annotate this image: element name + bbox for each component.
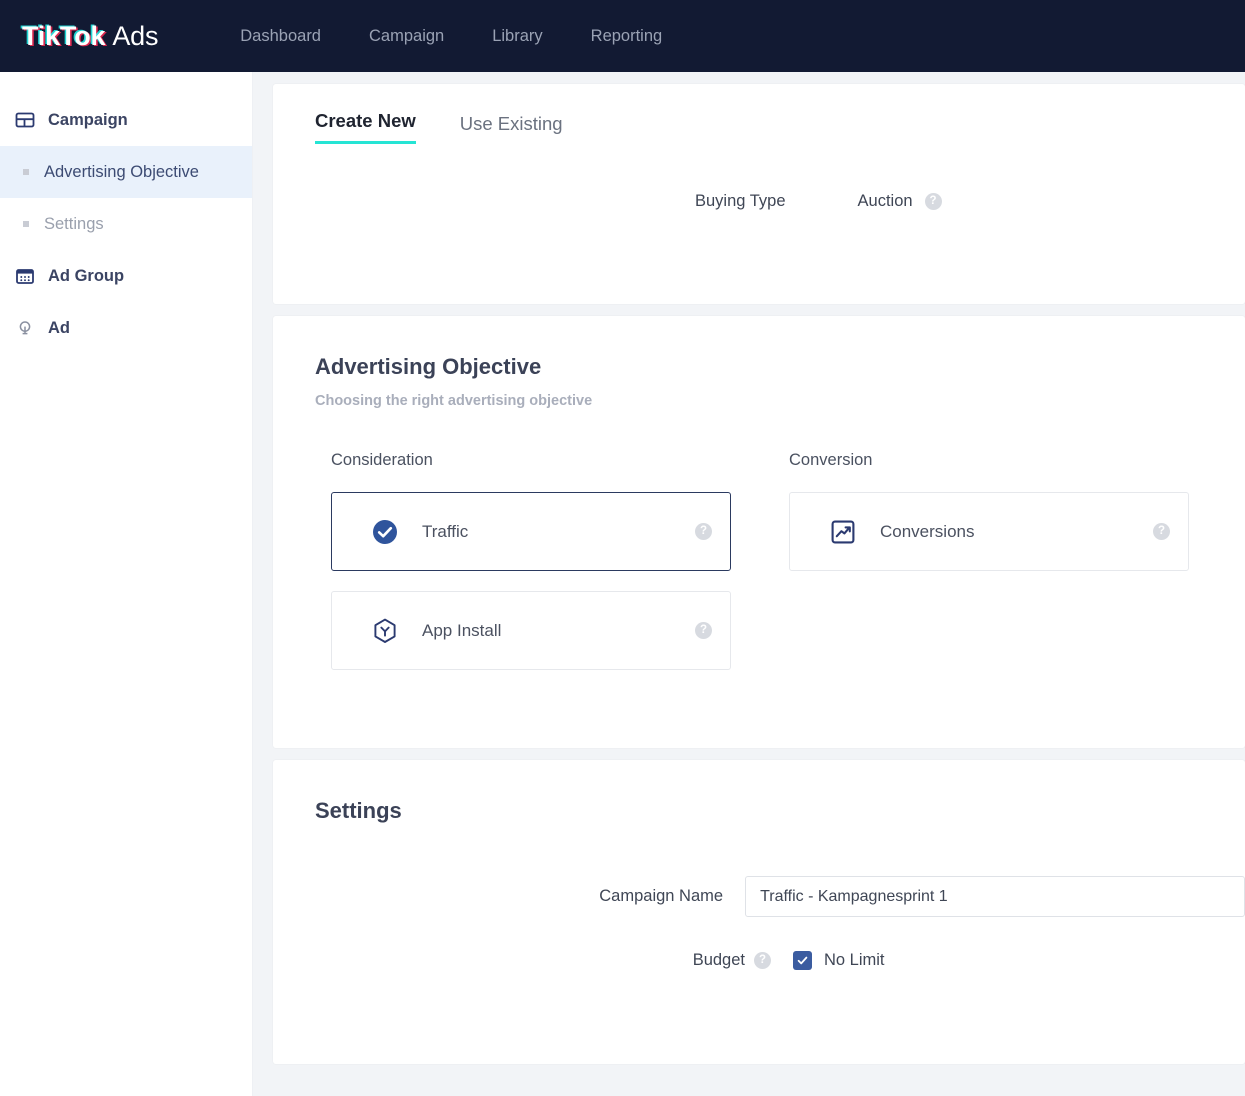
sidebar-item-advertising-objective[interactable]: Advertising Objective xyxy=(0,146,252,198)
no-limit-checkbox[interactable] xyxy=(793,951,812,970)
objective-card-conversions[interactable]: Conversions ? xyxy=(789,492,1189,571)
tab-create-new[interactable]: Create New xyxy=(315,110,416,144)
budget-row: Budget ? No Limit xyxy=(273,951,1245,970)
column-heading-conversion: Conversion xyxy=(789,451,873,469)
nav-library[interactable]: Library xyxy=(492,27,542,46)
brand-logo[interactable]: TikTok Ads xyxy=(22,21,158,52)
sidebar-item-settings-label: Settings xyxy=(44,214,104,233)
main-content: Create New Use Existing Buying Type Auct… xyxy=(253,72,1245,1096)
sidebar-item-ad-group-label: Ad Group xyxy=(48,266,125,285)
bullet-icon xyxy=(23,221,29,227)
top-navigation-bar: TikTok Ads Dashboard Campaign Library Rep… xyxy=(0,0,1245,72)
buying-type-row: Buying Type Auction ? xyxy=(273,192,1245,211)
help-icon[interactable]: ? xyxy=(1153,523,1170,540)
settings-rows: Campaign Name Budget ? xyxy=(273,876,1245,970)
sidebar-item-settings[interactable]: Settings xyxy=(0,198,252,250)
column-heading-consideration: Consideration xyxy=(331,451,433,469)
help-icon[interactable]: ? xyxy=(695,622,712,639)
sidebar-item-campaign-label: Campaign xyxy=(48,110,128,129)
calendar-icon xyxy=(14,265,36,287)
brand-logo-tiktok: TikTok xyxy=(22,20,106,51)
buying-type-card: Create New Use Existing Buying Type Auct… xyxy=(273,84,1245,304)
create-mode-tabs: Create New Use Existing xyxy=(273,110,1245,144)
objective-card-traffic-label: Traffic xyxy=(422,521,469,541)
bullet-icon xyxy=(23,169,29,175)
help-icon[interactable]: ? xyxy=(695,523,712,540)
sidebar-item-campaign[interactable]: Campaign xyxy=(0,94,252,146)
objective-card-traffic[interactable]: Traffic ? xyxy=(331,492,731,571)
help-icon[interactable]: ? xyxy=(754,952,771,969)
campaign-name-label: Campaign Name xyxy=(273,887,745,906)
campaign-name-input[interactable] xyxy=(745,876,1245,917)
objective-column-consideration: Consideration Traffic ? App Install ? xyxy=(331,451,731,690)
sidebar-item-ad-label: Ad xyxy=(48,318,70,337)
brand-logo-ads: Ads xyxy=(112,20,159,51)
objective-column-conversion: Conversion Conversions ? xyxy=(789,451,1189,690)
page-shell: Campaign Advertising Objective Settings xyxy=(0,72,1245,1096)
sidebar: Campaign Advertising Objective Settings xyxy=(0,72,253,1096)
settings-title: Settings xyxy=(315,798,402,823)
page-subtitle: Choosing the right advertising objective xyxy=(315,393,593,409)
help-icon[interactable]: ? xyxy=(924,193,942,210)
sidebar-item-ad-group[interactable]: Ad Group xyxy=(0,250,252,302)
budget-label: Budget ? xyxy=(273,951,793,970)
sidebar-item-advertising-objective-label: Advertising Objective xyxy=(44,162,199,181)
trend-up-icon xyxy=(828,517,858,547)
budget-label-text: Budget xyxy=(692,951,745,969)
campaign-name-label-text: Campaign Name xyxy=(599,887,724,905)
nav-dashboard[interactable]: Dashboard xyxy=(240,27,321,46)
check-circle-icon xyxy=(370,517,400,547)
buying-type-value: Auction xyxy=(857,192,913,210)
objective-columns: Consideration Traffic ? App Install ? Co… xyxy=(273,451,1245,690)
tab-use-existing[interactable]: Use Existing xyxy=(460,113,563,144)
buying-type-label: Buying Type xyxy=(695,192,786,210)
objective-card-conversions-label: Conversions xyxy=(880,521,975,541)
nav-reporting[interactable]: Reporting xyxy=(591,27,663,46)
lightbulb-icon xyxy=(14,317,36,339)
no-limit-checkbox-wrap[interactable]: No Limit xyxy=(793,951,885,970)
sidebar-item-ad[interactable]: Ad xyxy=(0,302,252,354)
no-limit-label: No Limit xyxy=(824,951,885,969)
settings-card: Settings Campaign Name Budget ? xyxy=(273,760,1245,1064)
campaign-name-row: Campaign Name xyxy=(273,876,1245,917)
objective-card-app-install[interactable]: App Install ? xyxy=(331,591,731,670)
advertising-objective-card: Advertising Objective Choosing the right… xyxy=(273,316,1245,748)
page-title: Advertising Objective xyxy=(315,354,542,379)
objective-card-app-install-label: App Install xyxy=(422,620,502,640)
panel-icon xyxy=(14,109,36,131)
hexagon-app-icon xyxy=(370,616,400,646)
nav-campaign[interactable]: Campaign xyxy=(369,27,444,46)
main-nav-links: Dashboard Campaign Library Reporting xyxy=(240,27,662,46)
